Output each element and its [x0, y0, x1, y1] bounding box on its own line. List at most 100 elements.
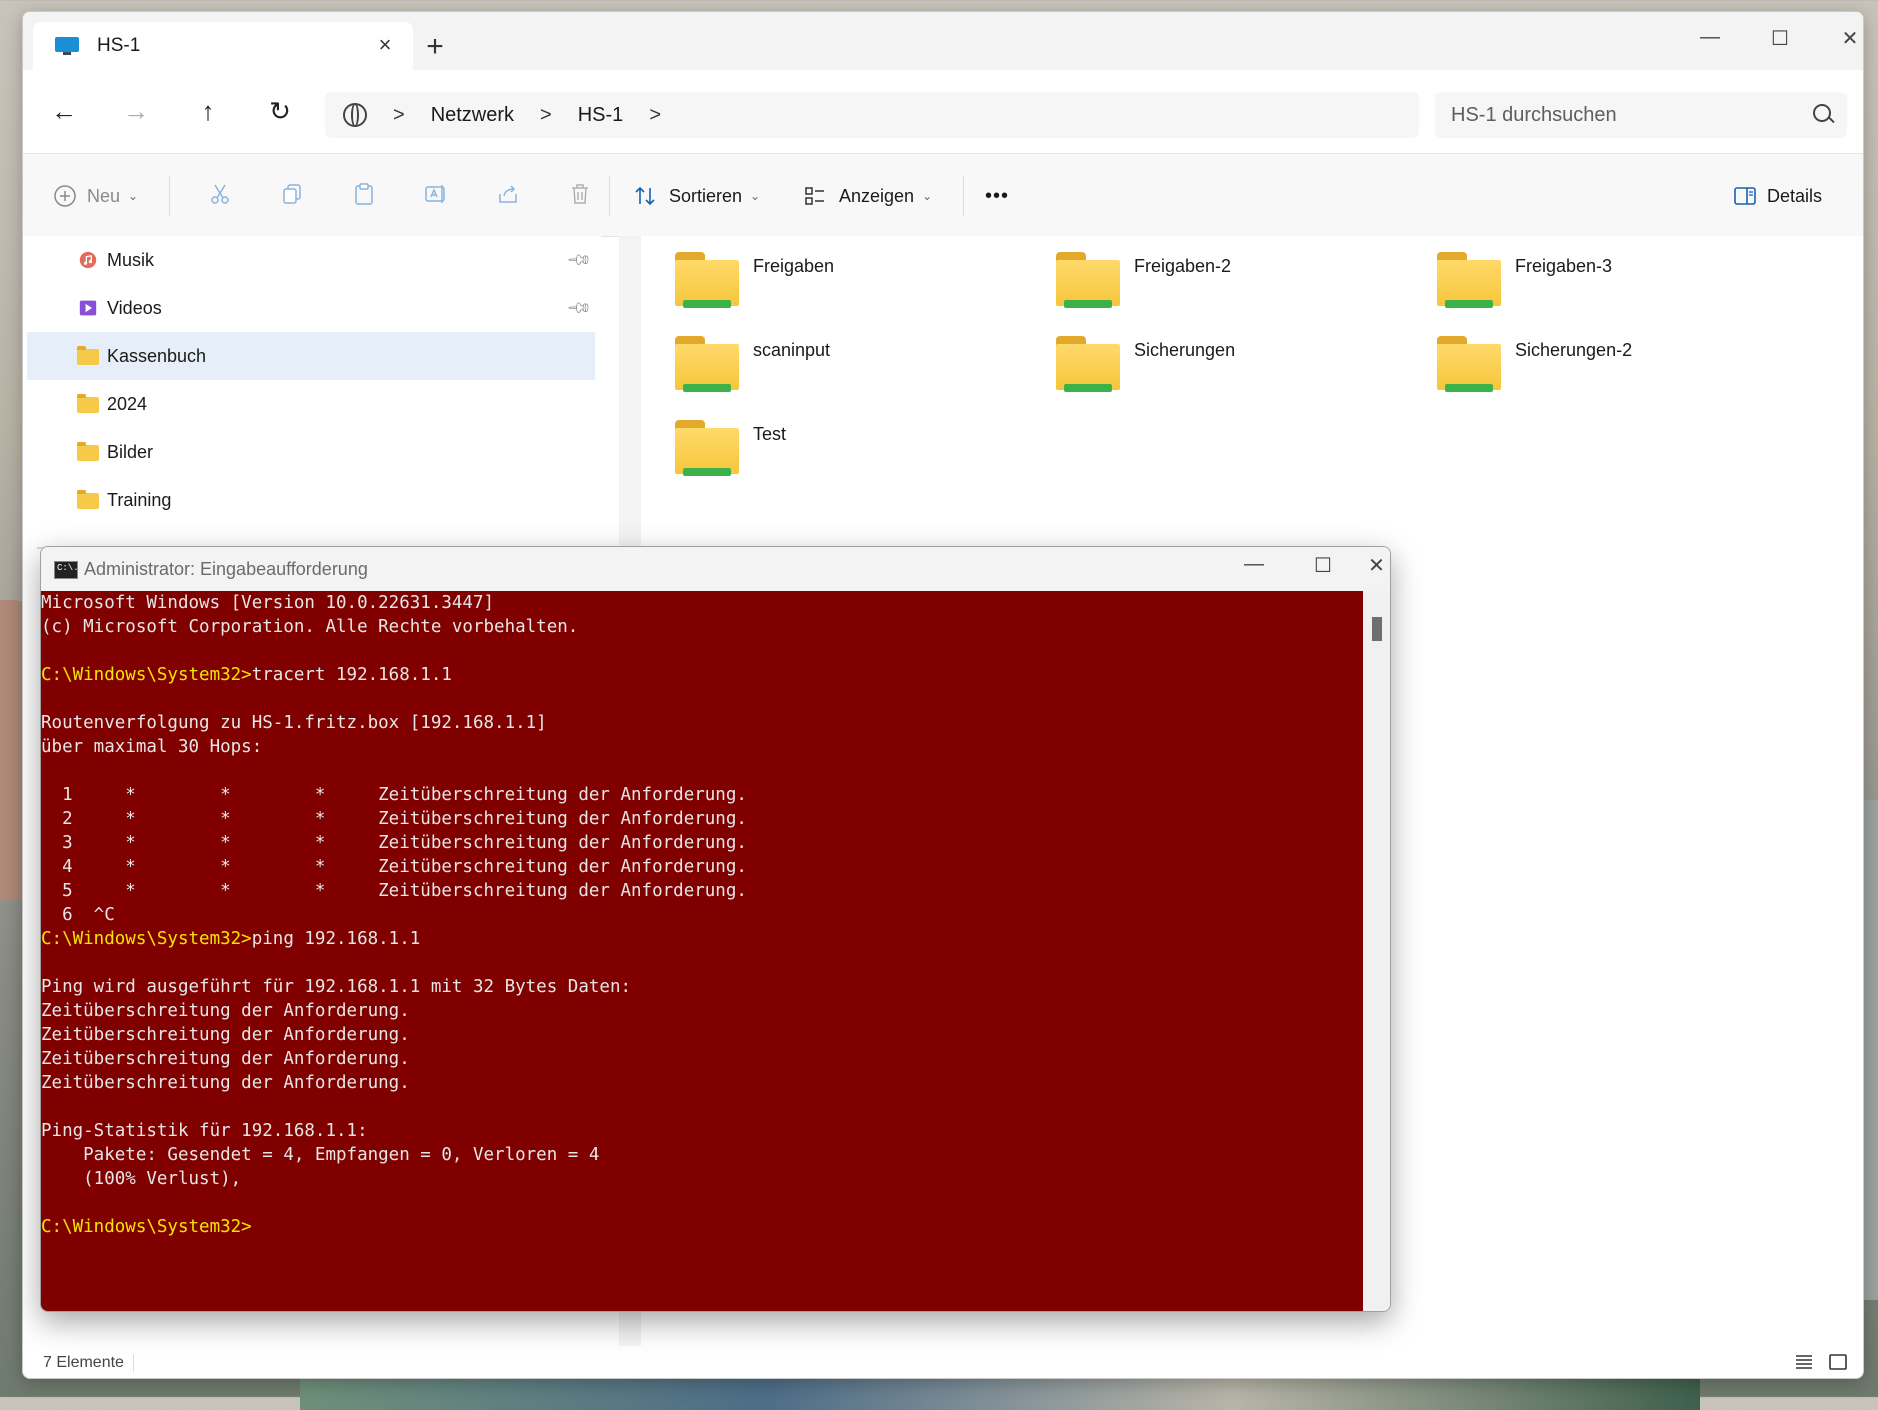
plus-circle-icon	[54, 185, 76, 207]
chevron-down-icon: ⌄	[128, 189, 139, 203]
console-output[interactable]: Microsoft Windows [Version 10.0.22631.34…	[41, 591, 1363, 1311]
breadcrumb-separator[interactable]: >	[540, 104, 552, 127]
network-folder-icon	[675, 252, 739, 310]
network-folder-icon	[1056, 336, 1120, 394]
more-options-button[interactable]: •••	[985, 180, 1009, 212]
sidebar-item-training[interactable]: Training	[27, 476, 595, 524]
up-button[interactable]: ↑	[185, 88, 231, 134]
new-button[interactable]: Neu ⌄	[53, 180, 138, 212]
folder-name: Freigaben-2	[1134, 256, 1232, 276]
network-folder-icon	[675, 336, 739, 394]
command-bar: Neu ⌄ Sortieren ⌄ Anzeigen ⌄ ••• Details	[23, 153, 1863, 237]
folder-item-scaninput[interactable]: scaninput	[651, 320, 1011, 392]
share-icon[interactable]	[496, 182, 520, 206]
console-text: 3 * * * Zeitüberschreitung der Anforderu…	[41, 833, 747, 853]
maximize-button[interactable]: ☐	[1293, 553, 1353, 585]
forward-button[interactable]: →	[113, 88, 159, 134]
folder-icon	[77, 346, 99, 365]
sidebar-item-2024[interactable]: 2024	[27, 380, 595, 428]
address-row: ← → ↑ ↻ > Netzwerk > HS-1 > HS-1 durchsu…	[23, 70, 1863, 152]
tab-strip: HS-1 × + — ☐ ✕	[23, 12, 1863, 70]
console-line: (c) Microsoft Corporation. Alle Rechte v…	[41, 615, 1363, 639]
console-text: Zeitüberschreitung der Anforderung.	[41, 1025, 410, 1045]
folder-name: Sicherungen-2	[1515, 340, 1633, 360]
folder-item-freigaben[interactable]: Freigaben	[651, 236, 1011, 308]
delete-icon[interactable]	[568, 182, 592, 206]
console-text: ping 192.168.1.1	[251, 929, 421, 949]
tab-close-button[interactable]: ×	[371, 32, 399, 58]
folder-name: Freigaben-3	[1515, 256, 1613, 276]
status-bar: 7 Elemente	[23, 1346, 1863, 1378]
paste-icon[interactable]	[352, 182, 376, 206]
scrollbar-thumb[interactable]	[1372, 617, 1382, 641]
console-text: tracert 192.168.1.1	[251, 665, 452, 685]
view-label: Anzeigen	[839, 185, 915, 206]
new-label: Neu	[87, 185, 121, 206]
folder-item-sicherungen-2[interactable]: Sicherungen-2	[1413, 320, 1773, 392]
console-text: (100% Verlust),	[41, 1169, 242, 1189]
back-button[interactable]: ←	[41, 88, 87, 134]
divider	[133, 1354, 134, 1372]
tab-hs-1[interactable]: HS-1 ×	[33, 22, 413, 70]
sidebar-item-bilder[interactable]: Bilder	[27, 428, 595, 476]
folder-item-sicherungen[interactable]: Sicherungen	[1032, 320, 1392, 392]
folder-item-freigaben-2[interactable]: Freigaben-2	[1032, 236, 1392, 308]
rename-icon[interactable]	[424, 182, 448, 206]
window-title: Administrator: Eingabeaufforderung	[84, 559, 368, 579]
console-line: 2 * * * Zeitüberschreitung der Anforderu…	[41, 807, 1363, 831]
sidebar-item-videos[interactable]: Videos 📌︎	[27, 284, 595, 332]
console-line: Zeitüberschreitung der Anforderung.	[41, 1023, 1363, 1047]
console-line: Routenverfolgung zu HS-1.fritz.box [192.…	[41, 711, 1363, 735]
console-text: 4 * * * Zeitüberschreitung der Anforderu…	[41, 857, 747, 877]
folder-item-freigaben-3[interactable]: Freigaben-3	[1413, 236, 1773, 308]
console-text: Zeitüberschreitung der Anforderung.	[41, 1049, 410, 1069]
folder-name: Test	[753, 424, 787, 444]
computer-icon	[55, 37, 79, 55]
folder-item-test[interactable]: Test	[651, 404, 1011, 476]
search-icon	[1813, 104, 1831, 122]
item-count: 7 Elemente	[43, 1354, 124, 1371]
close-button[interactable]: ✕	[1363, 553, 1390, 585]
command-prompt-window: C:\. Administrator: Eingabeaufforderung …	[40, 546, 1391, 1312]
network-folder-icon	[1056, 252, 1120, 310]
new-tab-button[interactable]: +	[415, 32, 455, 62]
address-bar[interactable]: > Netzwerk > HS-1 >	[325, 92, 1419, 138]
minimize-button[interactable]: —	[1680, 26, 1740, 60]
breadcrumb-netzwerk[interactable]: Netzwerk	[431, 104, 514, 127]
maximize-button[interactable]: ☐	[1750, 26, 1810, 60]
console-line: C:\Windows\System32>ping 192.168.1.1	[41, 927, 1363, 951]
console-prompt: C:\Windows\System32>	[41, 1217, 252, 1237]
view-button[interactable]: Anzeigen ⌄	[803, 180, 932, 212]
refresh-button[interactable]: ↻	[257, 88, 303, 134]
sidebar-item-musik[interactable]: Musik 📌︎	[27, 236, 595, 284]
folder-icon	[77, 394, 99, 413]
console-line: 4 * * * Zeitüberschreitung der Anforderu…	[41, 855, 1363, 879]
folder-icon	[77, 442, 99, 461]
title-bar[interactable]: C:\. Administrator: Eingabeaufforderung …	[41, 547, 1390, 591]
details-pane-icon	[1734, 187, 1756, 205]
folder-name: Freigaben	[753, 256, 835, 276]
console-line: Zeitüberschreitung der Anforderung.	[41, 1071, 1363, 1095]
sidebar-item-label: Musik	[107, 249, 155, 270]
details-button[interactable]: Details	[1733, 180, 1822, 212]
sidebar-item-label: Training	[107, 489, 172, 510]
breadcrumb-separator[interactable]: >	[393, 104, 405, 127]
breadcrumb-separator[interactable]: >	[649, 104, 661, 127]
search-input[interactable]: HS-1 durchsuchen	[1435, 92, 1847, 138]
sort-button[interactable]: Sortieren ⌄	[633, 180, 760, 212]
console-line: (100% Verlust),	[41, 1167, 1363, 1191]
large-icons-view-icon[interactable]	[1828, 1352, 1848, 1372]
copy-icon[interactable]	[280, 182, 304, 206]
minimize-button[interactable]: —	[1224, 553, 1284, 585]
cut-icon[interactable]	[208, 182, 232, 206]
vertical-scrollbar[interactable]	[1363, 591, 1390, 1311]
close-button[interactable]: ✕	[1820, 26, 1863, 60]
details-view-icon[interactable]	[1794, 1352, 1814, 1372]
network-globe-icon	[343, 103, 367, 127]
sidebar-item-kassenbuch[interactable]: Kassenbuch	[27, 332, 595, 380]
breadcrumb-hs-1[interactable]: HS-1	[578, 104, 624, 127]
